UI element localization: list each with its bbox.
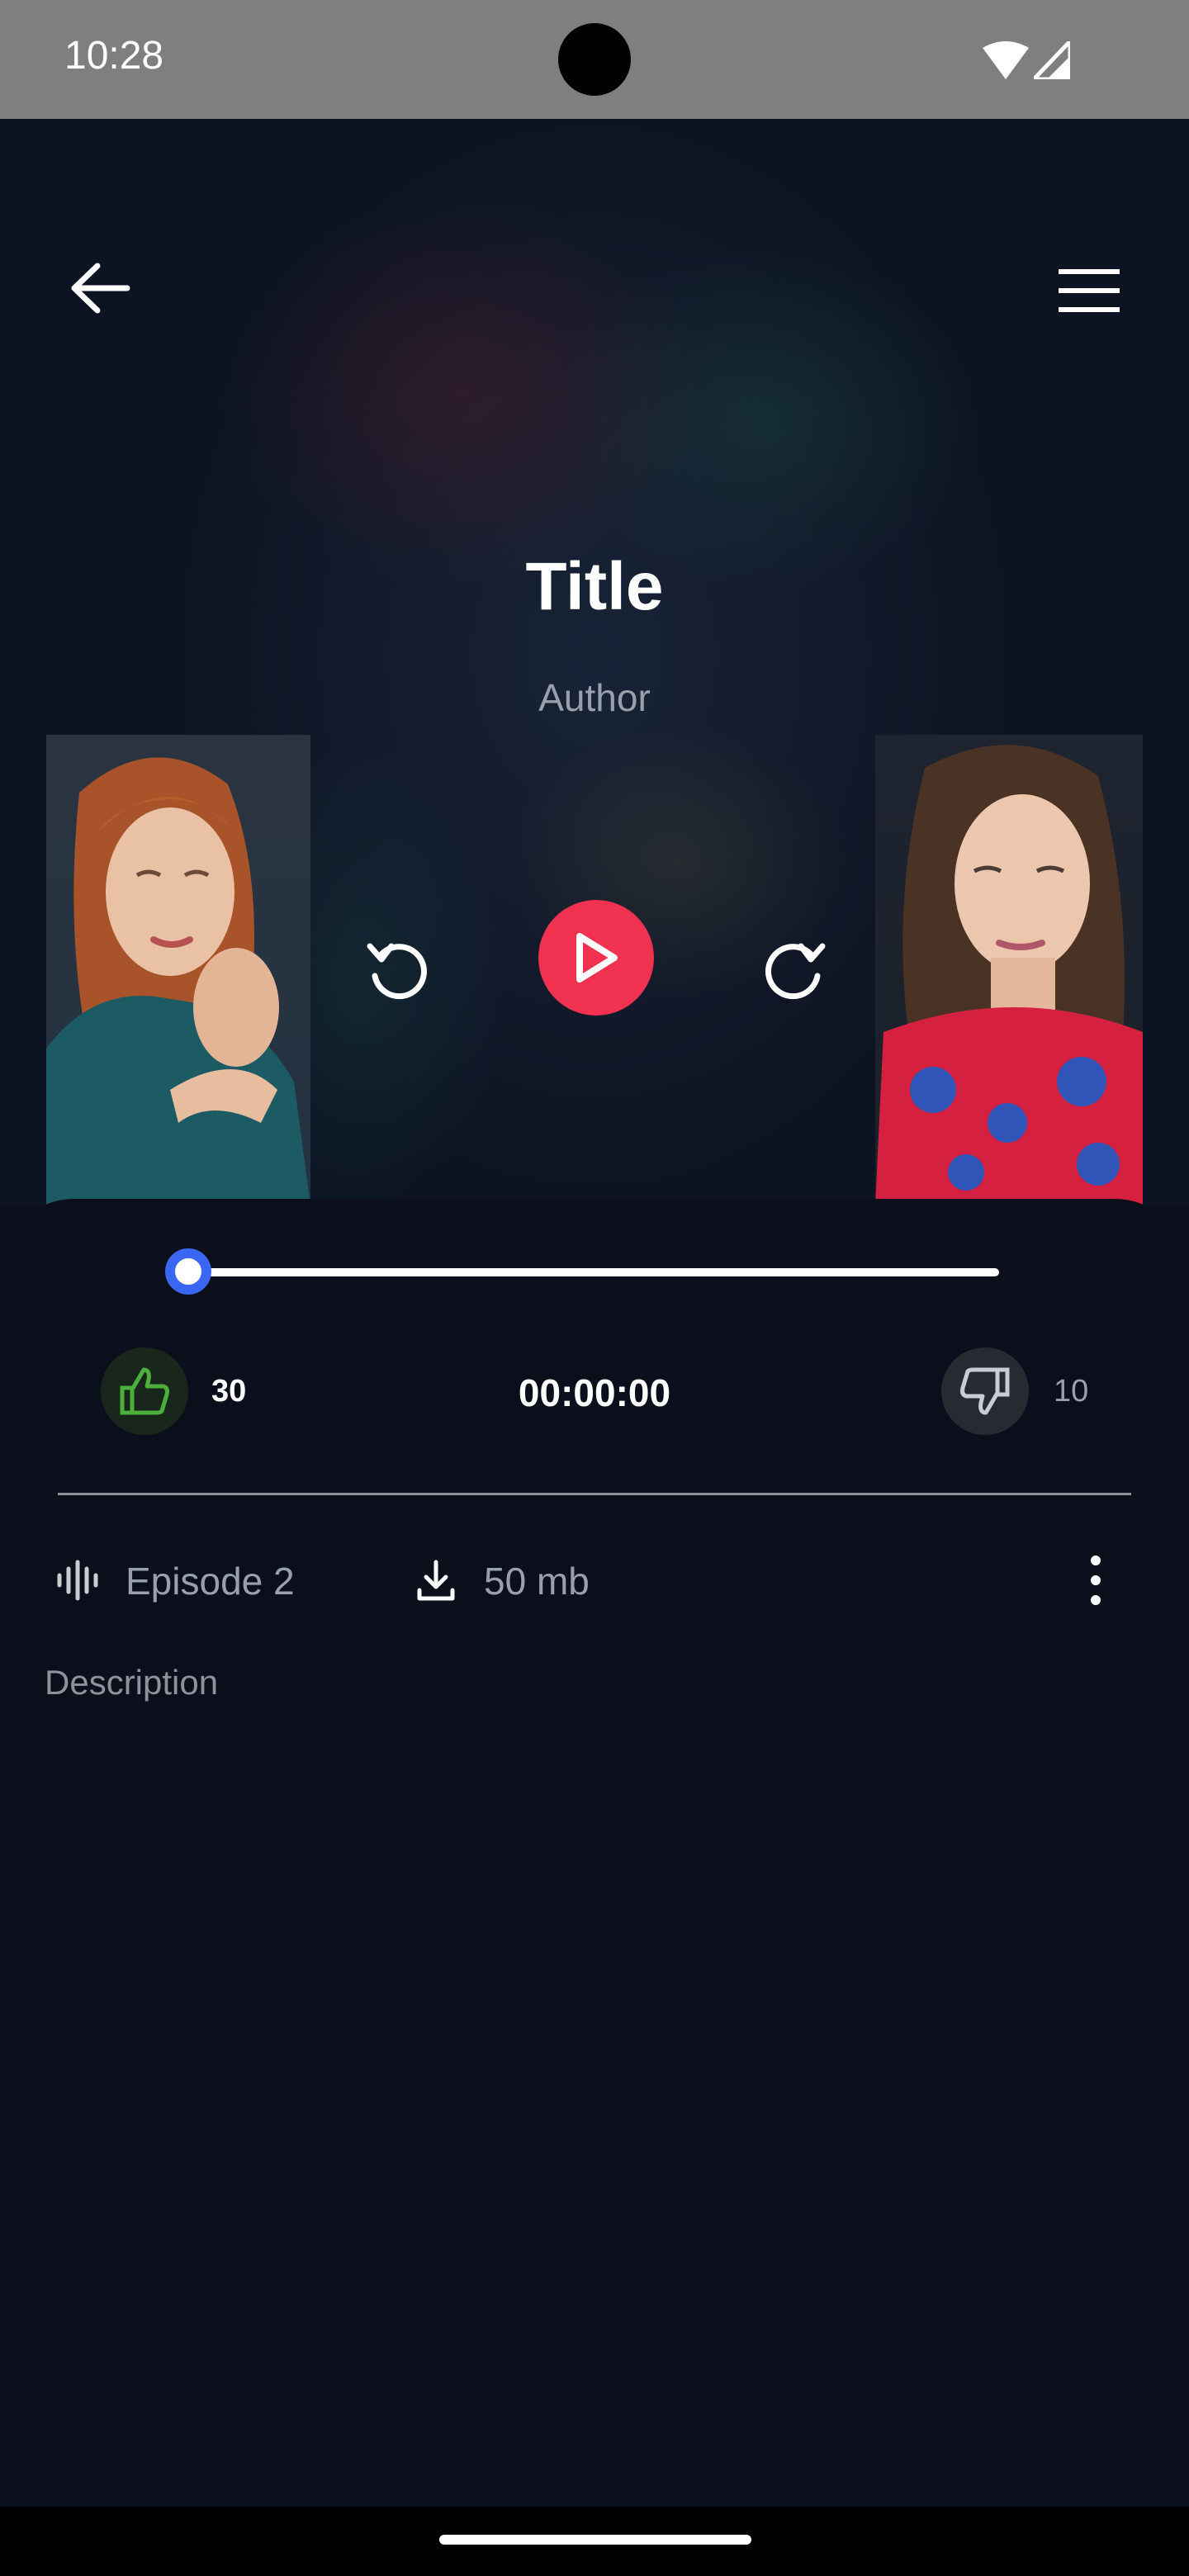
divider (58, 1493, 1131, 1495)
author-portrait-right (875, 735, 1143, 1205)
forward-icon[interactable] (763, 935, 829, 1001)
wifi-icon (983, 41, 1029, 79)
download-icon[interactable] (413, 1557, 459, 1603)
thumbs-down-icon (960, 1367, 1010, 1415)
more-options-icon[interactable] (1087, 1554, 1105, 1607)
menu-icon[interactable] (1059, 269, 1120, 312)
rewind-icon[interactable] (363, 935, 429, 1001)
author-portrait-left (46, 735, 310, 1205)
play-button[interactable] (538, 900, 654, 1016)
audio-wave-icon (57, 1560, 98, 1601)
dislike-button[interactable] (941, 1347, 1029, 1435)
episode-author: Author (538, 676, 651, 719)
signal-icon (1034, 41, 1070, 79)
camera-cutout (558, 23, 631, 96)
play-icon (576, 933, 618, 983)
dislike-count: 10 (1054, 1374, 1089, 1409)
episode-description: Description (45, 1663, 219, 1702)
progress-track[interactable] (188, 1268, 999, 1276)
file-size: 50 mb (484, 1560, 590, 1603)
episode-title: Title (525, 549, 664, 624)
status-time: 10:28 (64, 34, 164, 78)
episode-label: Episode 2 (126, 1560, 295, 1603)
home-indicator[interactable] (439, 2535, 751, 2545)
back-arrow-icon[interactable] (69, 261, 130, 315)
progress-knob[interactable] (165, 1248, 211, 1295)
